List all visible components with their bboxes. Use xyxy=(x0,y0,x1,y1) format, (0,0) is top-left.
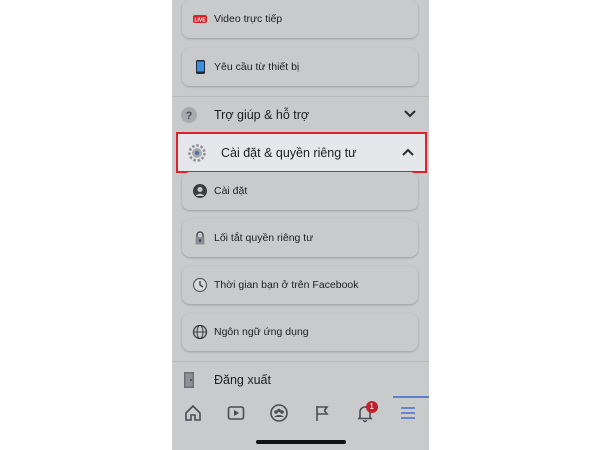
menu-item-app-language[interactable]: Ngôn ngữ ứng dụng xyxy=(182,313,418,351)
tab-menu[interactable] xyxy=(392,396,429,428)
section-settings-privacy[interactable]: Cài đặt & quyền riêng tư xyxy=(176,132,427,173)
home-indicator[interactable] xyxy=(256,440,346,444)
video-icon xyxy=(227,406,245,420)
menu-item-privacy-shortcuts[interactable]: Lối tắt quyền riêng tư xyxy=(182,219,418,257)
divider xyxy=(172,361,429,362)
chevron-down-icon xyxy=(403,107,417,121)
menu-item-time-on-facebook[interactable]: Thời gian bạn ở trên Facebook xyxy=(182,266,418,304)
tab-home[interactable] xyxy=(178,398,208,428)
gear-icon xyxy=(187,143,207,163)
menu-item-label: Thời gian bạn ở trên Facebook xyxy=(214,279,359,291)
chevron-up-icon xyxy=(401,145,415,159)
live-video-icon: LIVE xyxy=(192,11,208,27)
phone-screen: LIVE Video trực tiếp Yêu cầu từ thiết bị… xyxy=(172,0,429,450)
menu-item-label: Yêu cầu từ thiết bị xyxy=(214,61,300,73)
globe-icon xyxy=(192,324,208,340)
door-icon xyxy=(180,371,198,389)
menu-item-label: Cài đặt xyxy=(214,185,248,197)
menu-item-label: Ngôn ngữ ứng dụng xyxy=(214,326,309,338)
tab-video[interactable] xyxy=(221,398,251,428)
menu-item-label: Lối tắt quyền riêng tư xyxy=(214,232,314,244)
divider xyxy=(172,96,429,97)
menu-item-live-video[interactable]: LIVE Video trực tiếp xyxy=(182,0,418,38)
menu-icon xyxy=(400,407,415,419)
tab-notifications[interactable]: 1 xyxy=(350,398,380,428)
device-request-icon xyxy=(192,59,208,75)
profile-icon xyxy=(192,183,208,199)
section-help-support[interactable]: ? Trợ giúp & hỗ trợ xyxy=(172,98,429,132)
section-label: Cài đặt & quyền riêng tư xyxy=(221,145,357,160)
clock-icon xyxy=(192,277,208,293)
menu-item-label: Video trực tiếp xyxy=(214,13,283,25)
flag-icon xyxy=(316,406,329,421)
groups-icon xyxy=(270,404,288,422)
svg-text:LIVE: LIVE xyxy=(194,18,206,24)
menu-item-device-requests[interactable]: Yêu cầu từ thiết bị xyxy=(182,48,418,86)
logout-row[interactable]: Đăng xuất xyxy=(172,363,429,397)
menu-item-settings[interactable]: Cài đặt xyxy=(182,172,418,210)
notification-badge: 1 xyxy=(365,401,378,413)
logout-label: Đăng xuất xyxy=(214,373,271,387)
lock-icon xyxy=(192,230,208,246)
tab-pages[interactable] xyxy=(307,398,337,428)
home-icon xyxy=(185,404,202,421)
tab-groups[interactable] xyxy=(264,398,294,428)
section-label: Trợ giúp & hỗ trợ xyxy=(214,108,310,122)
svg-text:?: ? xyxy=(186,110,193,122)
bottom-tab-bar: 1 xyxy=(172,396,429,430)
help-icon: ? xyxy=(180,106,198,124)
